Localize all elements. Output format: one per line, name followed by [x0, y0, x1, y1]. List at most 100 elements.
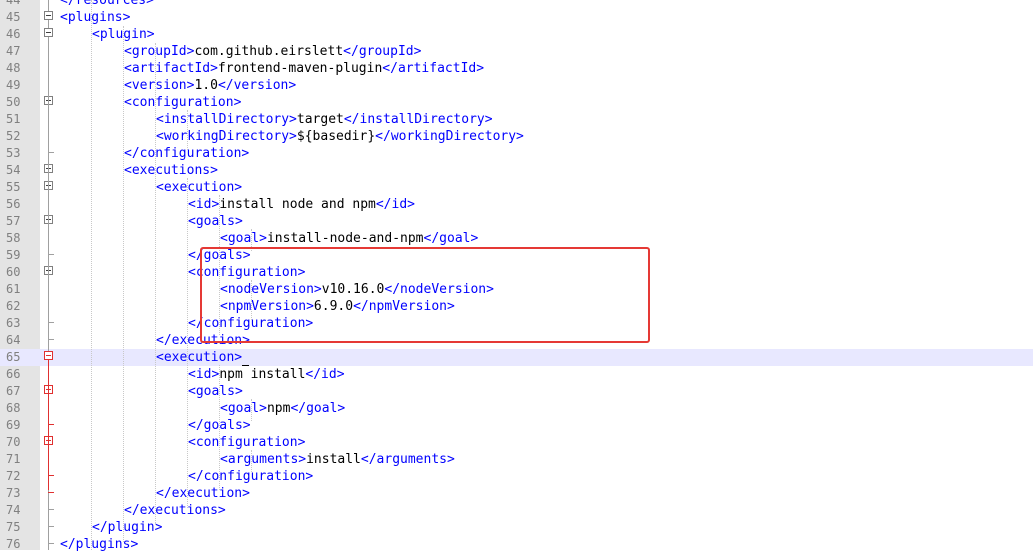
xml-tag: </goal> — [290, 401, 346, 416]
xml-tag: </groupId> — [343, 44, 422, 59]
line-number: 75 — [6, 520, 21, 534]
line-number: 53 — [6, 146, 21, 160]
code-text[interactable]: <arguments>install</arguments> — [220, 451, 455, 468]
code-editor[interactable]: 44 </resources> 45 <plugins> 46 <plugin> 47 <gr… — [0, 0, 1033, 553]
indent-guide — [187, 178, 189, 508]
fold-end-mark — [48, 322, 54, 323]
fold-line — [48, 490, 49, 550]
indent-guide — [251, 450, 253, 472]
indent-guide — [91, 0, 93, 550]
line-number: 51 — [6, 112, 21, 126]
code-line[interactable]: 45 <plugins> — [0, 9, 1033, 26]
code-text[interactable]: <artifactId>frontend-maven-plugin</artif… — [124, 60, 484, 77]
xml-text: frontend-maven-plugin — [217, 61, 383, 76]
xml-text: install-node-and-npm — [266, 231, 424, 246]
fold-end-mark — [48, 339, 54, 340]
code-text[interactable]: </plugins> — [60, 536, 138, 553]
code-text[interactable]: <installDirectory>target</installDirecto… — [156, 111, 493, 128]
code-text[interactable]: <groupId>com.github.eirslett</groupId> — [124, 43, 421, 60]
fold-end-mark — [48, 492, 54, 493]
fold-line — [48, 20, 49, 28]
indent-guide — [123, 26, 125, 542]
line-number: 45 — [6, 10, 21, 24]
xml-tag: <goals> — [188, 214, 243, 229]
line-number: 54 — [6, 163, 21, 177]
line-number: 68 — [6, 401, 21, 415]
fold-end-mark — [48, 152, 54, 153]
xml-tag: </id> — [375, 197, 415, 212]
code-line[interactable]: 44 </resources> — [0, 0, 1033, 9]
fold-end-mark — [48, 475, 54, 476]
xml-tag: </version> — [217, 78, 297, 93]
line-number: 44 — [6, 0, 21, 7]
xml-text: target — [296, 112, 344, 127]
line-number: 63 — [6, 316, 21, 330]
code-text[interactable]: <id>npm install</id> — [188, 366, 345, 383]
line-number: 47 — [6, 44, 21, 58]
annotation-highlight-box — [200, 247, 650, 343]
fold-toggle-icon[interactable] — [44, 11, 53, 20]
line-number: 76 — [6, 537, 21, 551]
line-number: 46 — [6, 27, 21, 41]
xml-text: com.github.eirslett — [194, 44, 344, 59]
code-text[interactable]: <configuration> — [188, 434, 305, 451]
xml-tag: </goal> — [423, 231, 479, 246]
xml-tag: </artifactId> — [382, 61, 485, 76]
code-text[interactable]: <goals> — [188, 213, 243, 230]
code-text[interactable]: <execution> — [156, 179, 242, 196]
xml-tag: <arguments> — [220, 452, 307, 467]
code-text[interactable]: <plugins> — [60, 9, 130, 26]
code-text[interactable]: </resources> — [60, 0, 154, 9]
line-number: 72 — [6, 469, 21, 483]
line-number: 62 — [6, 299, 21, 313]
fold-end-mark — [48, 254, 54, 255]
xml-tag: <goal> — [220, 401, 267, 416]
code-text[interactable]: </plugin> — [92, 519, 162, 536]
xml-tag: </arguments> — [360, 452, 455, 467]
xml-tag: <configuration> — [188, 435, 306, 450]
fold-end-mark — [48, 526, 54, 527]
code-text[interactable]: <workingDirectory>${basedir}</workingDir… — [156, 128, 524, 145]
xml-tag: <artifactId> — [124, 61, 218, 76]
line-number: 65 — [6, 350, 21, 364]
xml-tag: <configuration> — [124, 95, 242, 110]
code-text[interactable]: <id>install node and npm</id> — [188, 196, 415, 213]
code-text[interactable]: <version>1.0</version> — [124, 77, 296, 94]
line-number: 71 — [6, 452, 21, 466]
xml-text: install node and npm — [219, 197, 376, 212]
xml-tag: <executions> — [124, 163, 218, 178]
fold-line — [48, 0, 49, 11]
xml-tag: </resources> — [60, 0, 154, 8]
code-line[interactable]: 76 </plugins> — [0, 536, 1033, 553]
indent-guide — [219, 365, 221, 490]
line-number: 64 — [6, 333, 21, 347]
code-line[interactable]: 46 <plugin> — [0, 26, 1033, 43]
xml-tag: </executions> — [124, 503, 226, 518]
line-number: 73 — [6, 486, 21, 500]
code-text[interactable]: <goal>install-node-and-npm</goal> — [220, 230, 478, 247]
line-number: 49 — [6, 78, 21, 92]
line-number: 59 — [6, 248, 21, 262]
fold-toggle-icon[interactable] — [44, 28, 53, 37]
fold-end-mark — [48, 509, 54, 510]
code-text[interactable]: <goal>npm</goal> — [220, 400, 345, 417]
line-number: 69 — [6, 418, 21, 432]
fold-line — [48, 37, 49, 351]
xml-tag: </id> — [305, 367, 345, 382]
xml-text: npm install — [219, 367, 306, 382]
xml-tag: </execution> — [156, 486, 250, 501]
code-text[interactable]: <configuration> — [124, 94, 241, 111]
xml-text: 1.0 — [194, 78, 218, 93]
code-text[interactable]: </executions> — [124, 502, 226, 519]
code-text[interactable]: </execution> — [156, 485, 250, 502]
code-text[interactable]: <goals> — [188, 383, 243, 400]
fold-toggle-icon[interactable] — [44, 351, 53, 360]
code-text[interactable]: <execution> — [156, 349, 250, 366]
xml-tag: <id> — [188, 367, 220, 382]
code-text[interactable]: <executions> — [124, 162, 218, 179]
xml-tag: <id> — [188, 197, 220, 212]
xml-tag: <execution> — [156, 350, 243, 365]
xml-tag: <installDirectory> — [156, 112, 297, 127]
line-number: 74 — [6, 503, 21, 517]
xml-tag: </plugin> — [92, 520, 163, 535]
